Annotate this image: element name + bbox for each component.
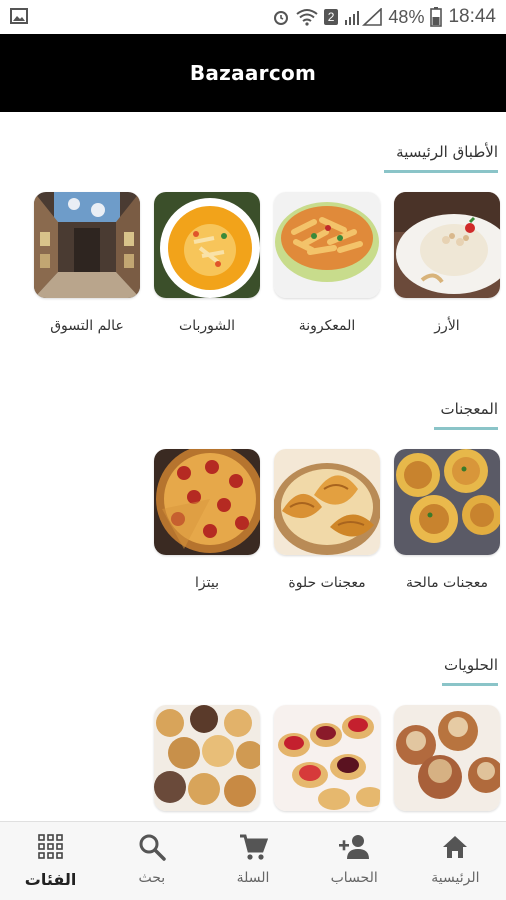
pasta-image [274, 192, 380, 298]
section-title: الأطباق الرئيسية [396, 143, 498, 161]
nut-pastry-image [394, 705, 500, 811]
battery-icon [430, 7, 443, 27]
category-label: معجنات حلوة [288, 575, 366, 591]
section-title: الحلويات [443, 656, 498, 674]
app-bar: Bazaarcom [0, 34, 506, 112]
section-pastries: المعجنات معجنات مالحة معجنات حلوة بيتزا [0, 400, 506, 610]
clock: 18:44 [448, 6, 496, 27]
category-sweet-pastries[interactable]: معجنات حلوة [274, 449, 380, 591]
nav-cart[interactable]: السلة [202, 822, 303, 900]
category-soups[interactable]: الشوربات [154, 192, 260, 334]
tart-image [274, 705, 380, 811]
nav-label: بحث [138, 870, 166, 886]
nav-label: الحساب [330, 870, 378, 886]
nav-search[interactable]: بحث [101, 822, 202, 900]
croissant-image [274, 449, 380, 555]
category-cupcakes[interactable] [154, 705, 260, 831]
cupcake-image [154, 705, 260, 811]
wifi-icon [296, 9, 318, 26]
bottom-navigation: الرئيسية الحساب السلة بحث الفئات [0, 821, 506, 900]
soup-image [154, 192, 260, 298]
section-header: المعجنات [434, 400, 498, 430]
savory-pastry-image [394, 449, 500, 555]
mall-image [34, 192, 140, 298]
category-row: الأرز المعكرونة الشوربات عالم التسوق [34, 192, 500, 334]
image-icon [10, 8, 28, 24]
category-row [154, 705, 500, 831]
category-tarts[interactable] [274, 705, 380, 831]
grid-icon [37, 834, 63, 859]
section-sweets: الحلويات [0, 656, 506, 816]
sim-badge-icon: 2 [323, 9, 339, 25]
category-pizza[interactable]: بيتزا [154, 449, 260, 591]
category-label: الأرز [434, 318, 460, 334]
add-person-icon [339, 835, 370, 859]
nav-label: السلة [236, 870, 270, 886]
category-label: المعكرونة [298, 318, 356, 334]
search-icon [139, 834, 166, 861]
section-main-dishes: الأطباق الرئيسية الأرز المعكرونة الشوربا… [0, 143, 506, 353]
category-label: عالم التسوق [50, 318, 124, 334]
battery-percent: 48% [388, 6, 425, 27]
app-title: Bazaarcom [189, 61, 317, 85]
section-header: الأطباق الرئيسية [384, 143, 498, 173]
category-label: بيتزا [195, 575, 219, 591]
signal-icon [345, 8, 383, 26]
nav-label: الفئات [24, 870, 77, 889]
category-shopping-world[interactable]: عالم التسوق [34, 192, 140, 334]
category-label: معجنات مالحة [406, 575, 488, 591]
home-icon [443, 836, 468, 858]
section-underline [434, 427, 498, 430]
rice-image [394, 192, 500, 298]
nav-categories[interactable]: الفئات [0, 822, 101, 900]
section-underline [442, 683, 498, 686]
nav-account[interactable]: الحساب [304, 822, 405, 900]
nav-home[interactable]: الرئيسية [405, 822, 506, 900]
status-bar: 2 48% 18:44 [0, 0, 506, 34]
category-nut-pastries[interactable] [394, 705, 500, 831]
alarm-icon [273, 11, 288, 25]
cart-icon [240, 834, 268, 860]
nav-label: الرئيسية [431, 870, 480, 886]
category-rice[interactable]: الأرز [394, 192, 500, 334]
category-label: الشوربات [179, 318, 235, 334]
section-header: الحلويات [442, 656, 498, 686]
category-pasta[interactable]: المعكرونة [274, 192, 380, 334]
category-row: معجنات مالحة معجنات حلوة بيتزا [154, 449, 500, 591]
category-savory-pastries[interactable]: معجنات مالحة [394, 449, 500, 591]
section-title: المعجنات [440, 400, 498, 418]
section-underline [384, 170, 498, 173]
pizza-image [154, 449, 260, 555]
